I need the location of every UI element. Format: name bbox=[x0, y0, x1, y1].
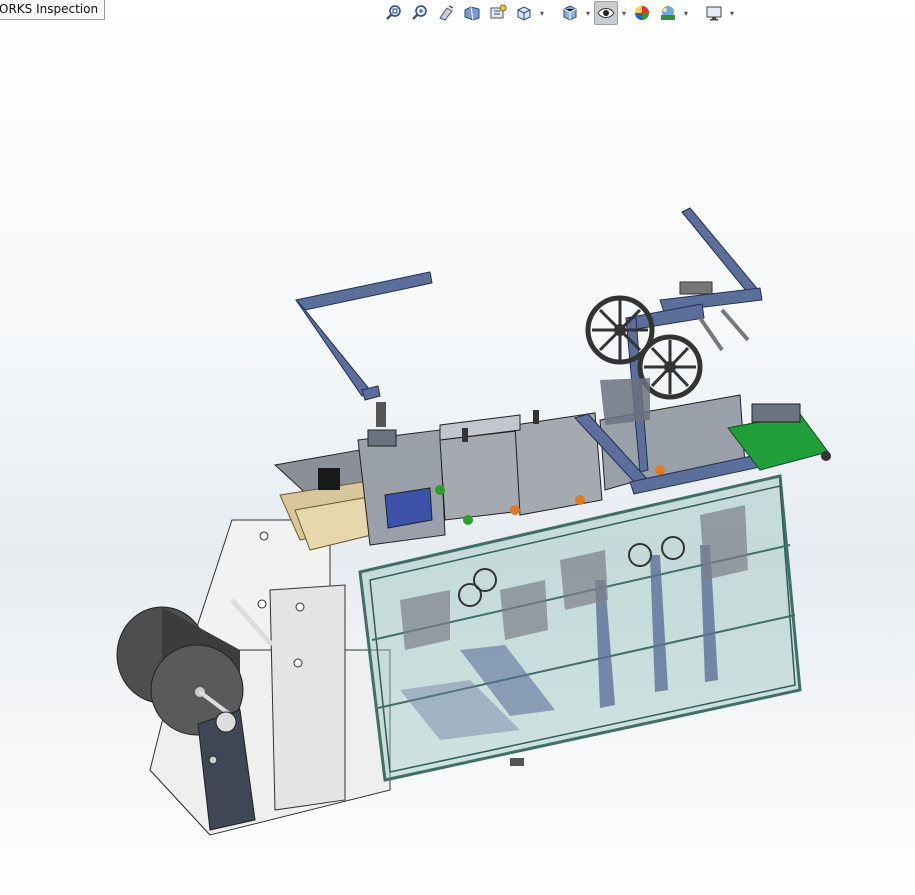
graphics-area[interactable]: ORKS Inspection ▾ ▾ ▾ ▾ ▾ bbox=[0, 0, 915, 895]
assembly-model[interactable] bbox=[0, 0, 915, 895]
